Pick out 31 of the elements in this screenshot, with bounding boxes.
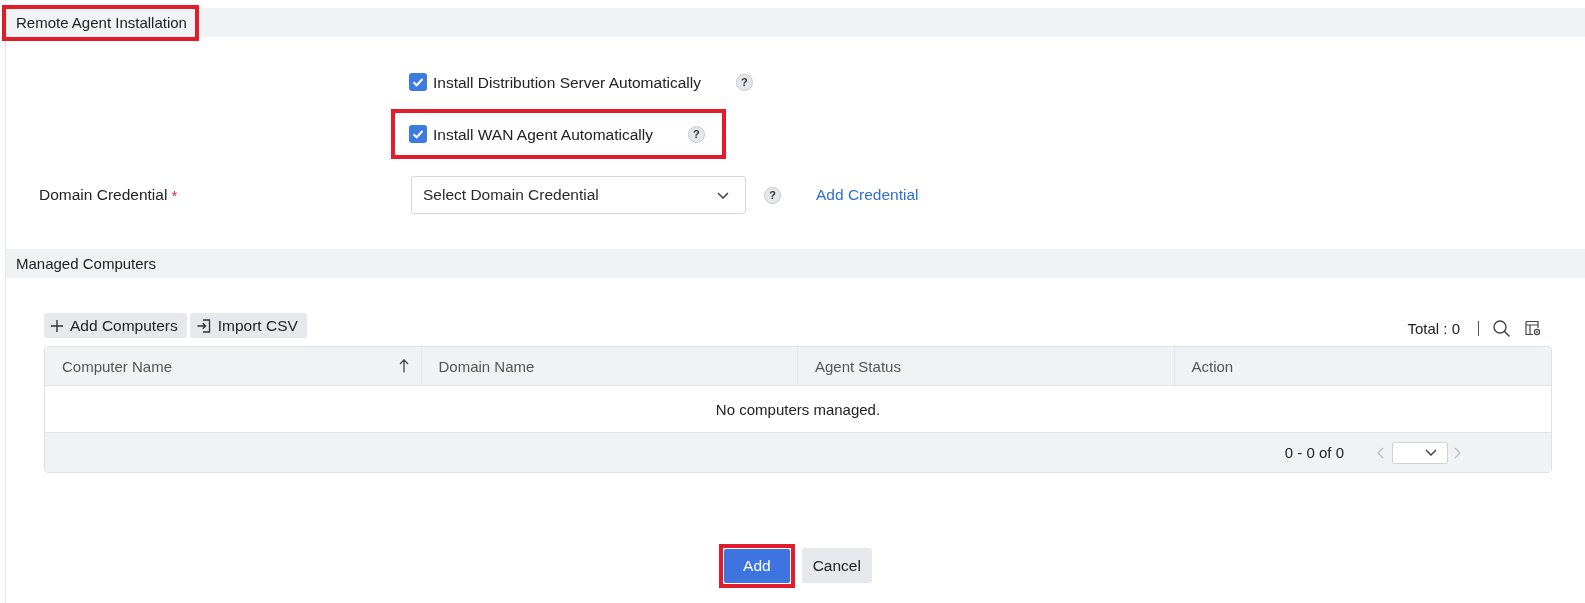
column-header[interactable]: Agent Status	[798, 347, 1175, 385]
required-mark: *	[171, 186, 178, 204]
search-icon[interactable]	[1493, 319, 1510, 337]
add-button[interactable]: Add	[724, 548, 790, 583]
arrow-in-icon	[196, 318, 211, 333]
help-button[interactable]: ?	[735, 73, 753, 91]
checkbox-label[interactable]: Install Distribution Server Automatically	[433, 72, 701, 92]
page-range: 0 - 0 of 0	[1284, 444, 1344, 461]
add-computers-button[interactable]: Add Computers	[44, 313, 187, 338]
field-label: Domain Credential	[39, 186, 168, 204]
add-credential-link[interactable]: Add Credential	[816, 186, 919, 204]
plus-icon	[51, 319, 63, 332]
column-header[interactable]: Domain Name	[421, 347, 798, 385]
caret-icon	[717, 191, 729, 199]
help-button[interactable]: ?	[764, 186, 781, 204]
section-title: Remote Agent Installation	[16, 14, 187, 31]
checkbox[interactable]	[409, 125, 427, 143]
checkbox[interactable]	[409, 73, 427, 91]
empty-message: No computers managed.	[715, 400, 881, 418]
table-gear-icon[interactable]	[1525, 320, 1541, 336]
section-title: Managed Computers	[16, 255, 157, 272]
page-size-select[interactable]	[1392, 441, 1448, 464]
caret-icon	[1425, 449, 1437, 456]
import-csv-button[interactable]: Import CSV	[189, 313, 307, 338]
column-header[interactable]: Action	[1174, 347, 1551, 385]
column-header[interactable]: Computer Name	[45, 347, 422, 385]
help-button[interactable]: ?	[687, 125, 705, 143]
cancel-button[interactable]: Cancel	[801, 548, 872, 583]
checkbox-label[interactable]: Install WAN Agent Automatically	[433, 124, 653, 144]
total-count: Total : 0	[1407, 319, 1460, 337]
dropdown[interactable]: Select Domain Credential	[411, 176, 746, 214]
